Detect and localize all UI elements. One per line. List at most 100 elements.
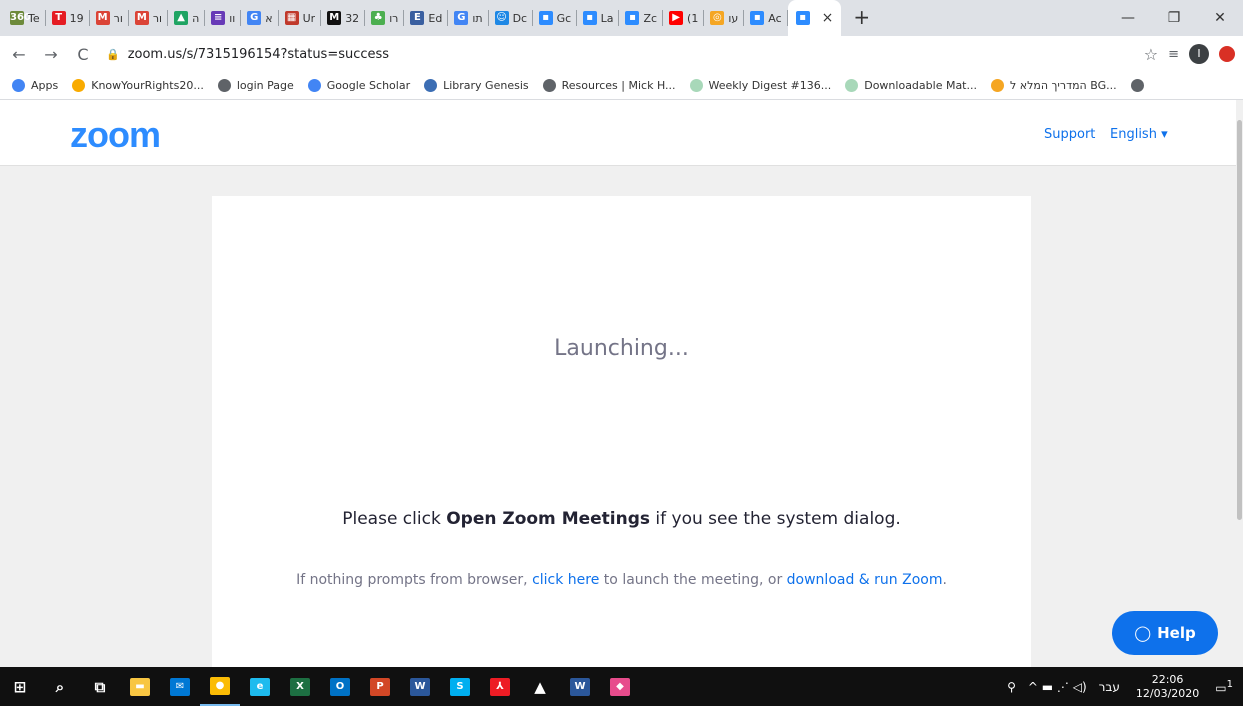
download-zoom-link[interactable]: download & run Zoom [787,572,943,588]
browser-tab[interactable]: ▪ Ac [744,0,789,36]
zoom-logo[interactable]: zoom [70,114,161,156]
bookmark-item[interactable]: login Page [217,79,294,92]
taskbar-chrome-button[interactable]: ● [200,667,240,706]
help-button[interactable]: ◯ Help [1112,611,1218,655]
clock[interactable]: 22:06 12/03/2020 [1136,673,1199,701]
minimize-button[interactable]: — [1105,0,1151,36]
url-text[interactable]: zoom.us/s/7315196154?status=success [128,47,389,62]
powerpoint-icon: P [370,677,390,696]
tab-title: ה [192,11,200,25]
taskbar-excel-button[interactable]: X [280,667,320,706]
bookmark-star-icon[interactable]: ☆ [1144,45,1158,64]
scrollbar-thumb[interactable] [1237,120,1242,520]
taskbar-file-explorer-button[interactable]: ▬ [120,667,160,706]
browser-tab[interactable]: E Ed [404,0,449,36]
task-view-icon: ⧉ [94,677,106,696]
taskbar-photos-button[interactable]: ▲ [520,667,560,706]
tab-title: 19 [69,11,84,25]
taskbar-word-button[interactable]: W [400,667,440,706]
browser-tab[interactable]: ▪ La [577,0,620,36]
browser-tab[interactable]: M ור [129,0,169,36]
tab-favicon-icon: ▦ [284,11,299,25]
browser-tab[interactable]: ▪ Gc [533,0,577,36]
instruction-bold: Open Zoom Meetings [446,509,651,529]
close-window-button[interactable]: ✕ [1197,0,1243,36]
bookmark-item[interactable]: Downloadable Mat... [845,79,977,92]
bookmark-item[interactable]: המדריך המלא ל BG... [991,79,1117,92]
browser-tab[interactable]: M 32 [321,0,366,36]
taskbar-outlook-button[interactable]: O [320,667,360,706]
taskbar-paint-3d-button[interactable]: ◆ [600,667,640,706]
taskbar-task-view-button[interactable]: ⧉ [80,667,120,706]
browser-tab[interactable]: ▦ Ur [279,0,322,36]
media-queue-icon[interactable]: ≡ [1168,47,1179,62]
click-here-link[interactable]: click here [532,572,599,588]
taskbar-mail-button[interactable]: ✉ [160,667,200,706]
input-language[interactable]: עבר [1099,680,1120,694]
support-link[interactable]: Support [1044,127,1095,142]
zoom-header: zoom Support English ▾ [0,100,1236,166]
browser-tab[interactable]: 360 Te [4,0,46,36]
bookmark-item[interactable]: Apps [12,79,58,92]
language-dropdown[interactable]: English ▾ [1110,127,1168,142]
taskbar-start-button[interactable]: ⊞ [0,667,40,706]
browser-tab[interactable]: ▪ Zc [619,0,663,36]
reload-icon[interactable]: C [70,45,96,64]
browser-tab[interactable]: ▶ (1 [663,0,705,36]
tab-favicon-icon: ▪ [582,11,597,25]
extension-icon[interactable] [1219,46,1235,62]
bookmark-icon [12,79,25,92]
browser-tab[interactable]: M ור [90,0,130,36]
tab-title: 32 [345,11,360,25]
bookmark-item[interactable]: Google Scholar [307,79,410,92]
browser-tab[interactable]: ▲ ה [168,0,206,36]
forward-icon[interactable]: → [38,45,64,64]
tab-title: Ac [768,11,782,25]
lock-icon: 🔒 [106,47,120,61]
tab-title: א [265,11,273,25]
profile-avatar[interactable]: I [1189,44,1209,64]
bookmark-item[interactable]: Library Genesis [424,79,529,92]
instruction-text: Please click Open Zoom Meetings if you s… [212,509,1031,529]
taskbar-powerpoint-button[interactable]: P [360,667,400,706]
tab-list: 360 Te T 19 M ור M ור ▲ ה ≡ וו G א ▦ Ur M 32 ♣ רו E Ed G תו ☺ Dc ▪… [0,0,870,36]
tray-icons[interactable]: ^ ▬ ⋰ ◁) [1028,680,1087,694]
bookmark-label: Library Genesis [443,79,529,92]
back-icon[interactable]: ← [6,45,32,64]
restore-button[interactable]: ❐ [1151,0,1197,36]
taskbar-skype-button[interactable]: S [440,667,480,706]
instruction-prefix: Please click [342,509,447,529]
bookmark-item[interactable]: Resources | Mick H... [542,79,676,92]
bookmark-label: Apps [31,79,59,92]
bookmark-item[interactable]: KnowYourRights20... [72,79,204,92]
active-browser-tab[interactable]: ▪ × [787,0,842,36]
chat-bubble-icon: ◯ [1134,624,1152,642]
address-bar[interactable]: 🔒 zoom.us/s/7315196154?status=success [106,40,1186,68]
bookmark-item[interactable] [1130,79,1150,92]
browser-tab[interactable]: ◎ עו [704,0,745,36]
notifications-count: 1 [1226,678,1233,690]
close-tab-icon[interactable]: × [822,10,834,26]
taskbar-internet-explorer-button[interactable]: e [240,667,280,706]
taskbar-word-2-button[interactable]: W [560,667,600,706]
browser-tab[interactable]: G תו [448,0,489,36]
bookmark-label: Resources | Mick H... [561,79,676,92]
bookmark-icon [72,79,86,92]
browser-tab[interactable]: ♣ רו [365,0,405,36]
people-icon[interactable]: ⚲ [1007,680,1016,694]
browser-tab[interactable]: T 19 [46,0,90,36]
taskbar-acrobat-button[interactable]: ⅄ [480,667,520,706]
browser-tab[interactable]: ≡ וו [205,0,242,36]
scrollbar[interactable] [1236,100,1243,667]
clock-date: 12/03/2020 [1135,686,1200,700]
browser-tab[interactable]: ☺ Dc [489,0,533,36]
bookmark-item[interactable]: Weekly Digest #136... [689,79,831,92]
bookmark-icon [991,79,1004,92]
notifications-icon[interactable]: ▭1 [1215,679,1233,695]
tab-favicon-icon: ▪ [625,11,640,25]
instruction-suffix: if you see the system dialog. [650,509,901,529]
browser-tab[interactable]: Gא [241,0,279,36]
taskbar-search-button[interactable]: ⌕ [40,667,80,706]
tab-favicon-icon: ▪ [538,11,553,25]
new-tab-button[interactable]: + [853,0,870,36]
